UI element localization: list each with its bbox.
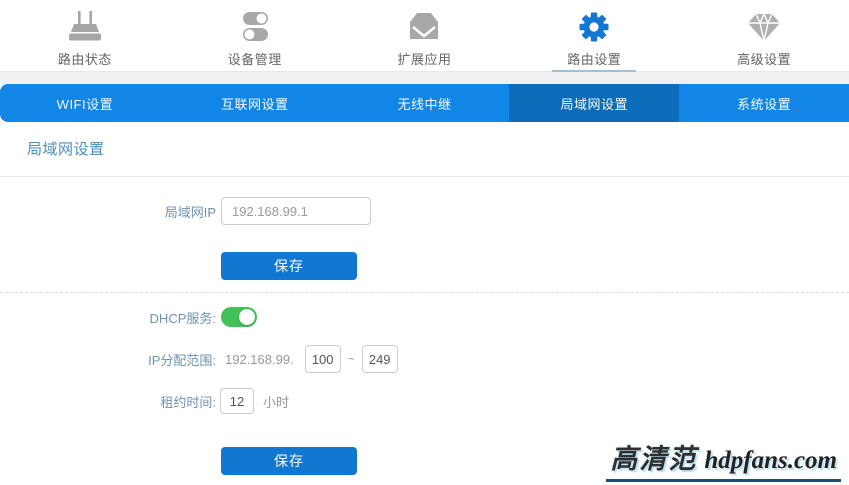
toggle-knob [239,309,255,325]
lease-time-unit: 小时 [263,394,290,410]
lan-settings-panel: 局域网设置 局域网IP 保存 DHCP服务: IP分配范围: 192.168.9… [0,122,849,485]
ip-range-label: IP分配范围: [148,352,216,368]
top-navigation: 路由状态 设备管理 扩展应用 路由设置 高级设置 [0,0,849,72]
ip-range-prefix: 192.168.99. [225,351,294,367]
watermark: 高清范 hdpfans.com [606,437,841,482]
watermark-cn-text: 高清范 [610,444,698,474]
range-separator: ~ [347,352,355,366]
active-tab-underline [552,70,637,72]
subnav-item-system[interactable]: 系统设置 [679,84,849,122]
tab-label: 路由状态 [57,52,112,67]
subnav-item-wifi[interactable]: WIFI设置 [0,84,170,122]
tab-label: 路由设置 [567,52,622,67]
lease-time-input[interactable] [220,388,254,414]
subnav-item-internet[interactable]: 互联网设置 [170,84,340,122]
save-lan-ip-button[interactable]: 保存 [221,252,357,280]
ip-range-start-input[interactable] [304,345,341,373]
router-admin-page: 路由状态 设备管理 扩展应用 路由设置 高级设置 WIFI设置 互联网设置 无线… [0,0,849,485]
lan-ip-label: 局域网IP [164,204,216,220]
dhcp-toggle[interactable] [221,307,257,327]
tab-router-settings[interactable]: 路由设置 [509,0,679,72]
title-divider [0,176,849,177]
lan-ip-input[interactable] [221,197,371,225]
router-icon [65,9,105,45]
save-dhcp-button[interactable]: 保存 [221,447,357,475]
watermark-en-text: hdpfans.com [704,447,837,474]
dhcp-row: DHCP服务: [0,306,257,328]
spacer-strip [0,72,849,84]
lease-time-row: 租约时间: 小时 [0,387,289,415]
toggles-icon [235,9,275,45]
page-title: 局域网设置 [27,141,105,158]
tab-label: 设备管理 [227,52,282,67]
box-icon [404,9,444,45]
subnav-item-wireless-repeater[interactable]: 无线中继 [340,84,510,122]
tab-advanced-settings[interactable]: 高级设置 [679,0,849,71]
lease-time-label: 租约时间: [160,394,216,410]
section-divider [0,292,849,293]
lan-ip-row: 局域网IP [0,197,371,225]
dhcp-service-label: DHCP服务: [149,310,216,326]
tab-device-management[interactable]: 设备管理 [170,0,340,71]
ip-range-row: IP分配范围: 192.168.99. ~ [0,344,398,374]
settings-subnav: WIFI设置 互联网设置 无线中继 局域网设置 系统设置 [0,84,849,122]
gear-icon [574,9,614,45]
ip-range-end-input[interactable] [361,345,398,373]
tab-label: 高级设置 [737,52,792,67]
diamond-icon [744,9,784,45]
tab-router-status[interactable]: 路由状态 [0,0,170,71]
tab-extended-apps[interactable]: 扩展应用 [340,0,510,71]
tab-label: 扩展应用 [397,52,452,67]
subnav-item-lan[interactable]: 局域网设置 [509,84,680,122]
